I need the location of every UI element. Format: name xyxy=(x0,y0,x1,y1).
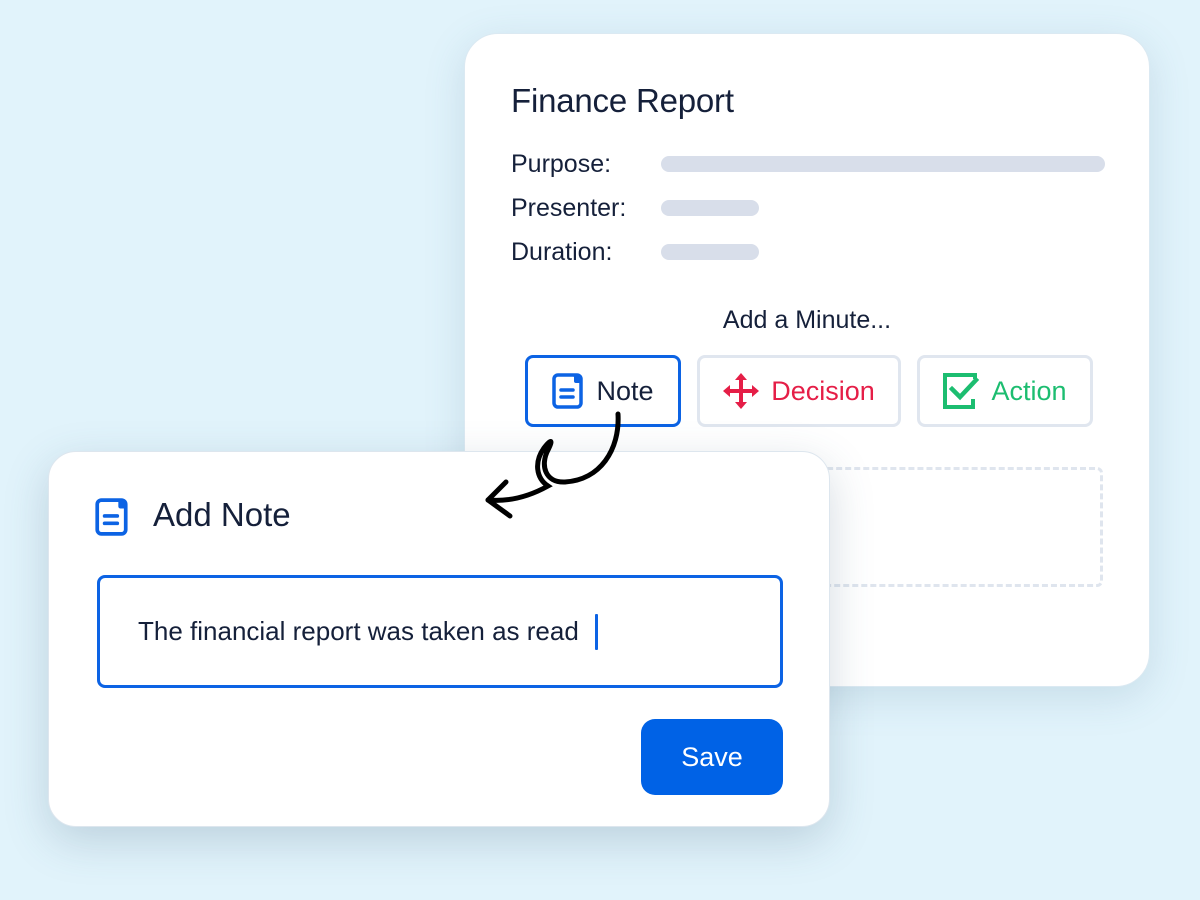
note-icon xyxy=(95,498,128,536)
add-note-dialog: Add Note The financial report was taken … xyxy=(48,451,830,827)
checkbox-check-icon xyxy=(943,373,980,409)
action-button[interactable]: Action xyxy=(917,355,1093,427)
dialog-title: Add Note xyxy=(153,496,291,533)
card-title: Finance Report xyxy=(511,82,734,119)
field-label: Presenter: xyxy=(511,193,627,222)
field-label: Purpose: xyxy=(511,149,612,178)
field-duration: Duration: xyxy=(511,237,759,267)
action-button-label: Action xyxy=(991,375,1067,406)
decision-button-label: Decision xyxy=(771,375,875,406)
text-caret xyxy=(594,613,598,650)
note-text-input[interactable]: The financial report was taken as read xyxy=(97,575,783,688)
note-input-value: The financial report was taken as read xyxy=(138,616,579,646)
field-label: Duration: xyxy=(511,237,613,266)
field-purpose: Purpose: xyxy=(511,149,1105,179)
add-minute-heading: Add a Minute... xyxy=(722,306,892,334)
placeholder-bar xyxy=(661,244,759,260)
field-presenter: Presenter: xyxy=(511,193,759,223)
note-button-label: Note xyxy=(596,375,654,406)
minute-dropzone xyxy=(785,467,1103,587)
decision-button[interactable]: Decision xyxy=(697,355,901,427)
note-icon xyxy=(552,373,584,409)
placeholder-bar xyxy=(661,156,1105,172)
note-button[interactable]: Note xyxy=(525,355,681,427)
move-arrows-icon xyxy=(723,373,760,409)
placeholder-bar xyxy=(661,200,759,216)
save-button[interactable]: Save xyxy=(641,719,783,795)
